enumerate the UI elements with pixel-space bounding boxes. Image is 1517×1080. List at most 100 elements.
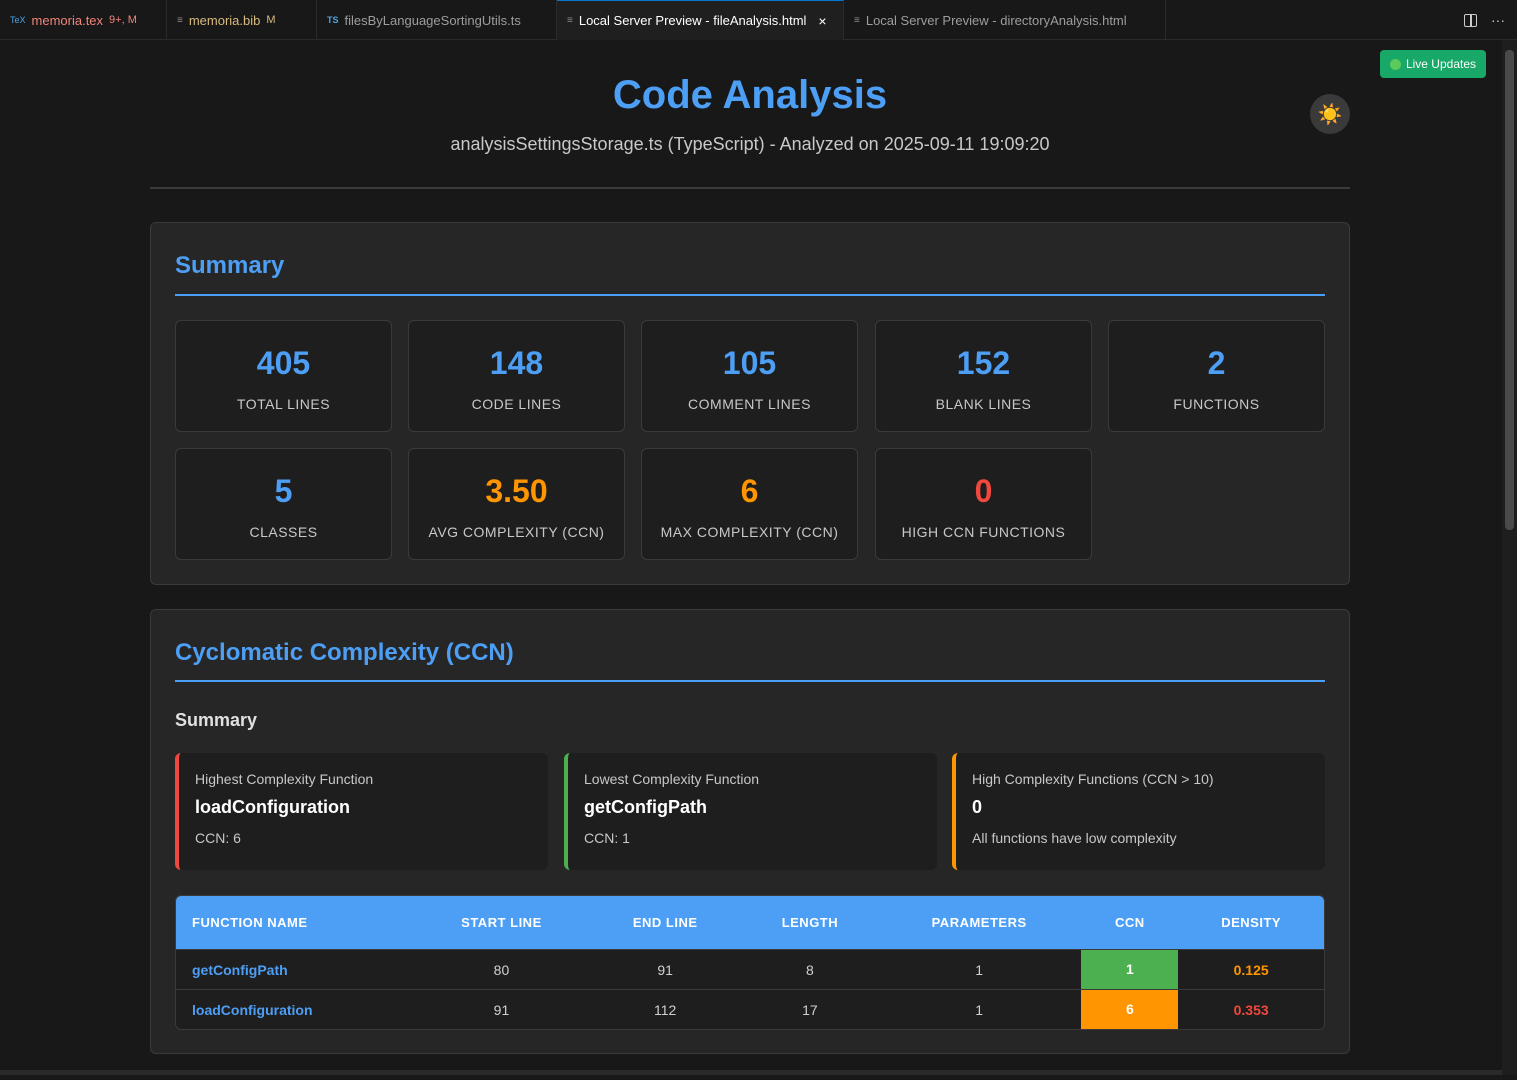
column-header[interactable]: DENSITY	[1178, 915, 1324, 930]
stat-avg-complexity: 3.50 AVG COMPLEXITY (CCN)	[408, 448, 625, 560]
summary-title: Summary	[175, 252, 285, 279]
stat-label: CLASSES	[249, 524, 318, 540]
card-value: 0	[972, 797, 983, 817]
stat-value: 2	[1207, 345, 1226, 381]
ccn-badge: 6	[1081, 990, 1179, 1029]
stat-value: 3.50	[485, 473, 548, 509]
length-cell: 17	[802, 1001, 818, 1018]
tab-modified-badge: M	[266, 14, 276, 26]
tab-label: memoria.bib	[188, 12, 261, 28]
high-complexity-count-card: High Complexity Functions (CCN > 10) 0 A…	[952, 753, 1325, 870]
parameters-cell: 1	[975, 1001, 984, 1018]
ccn-summary-title: Summary	[175, 710, 258, 730]
column-header[interactable]: PARAMETERS	[877, 915, 1082, 930]
function-name-link[interactable]: loadConfiguration	[176, 1002, 416, 1018]
summary-panel: Summary 405 TOTAL LINES 148 CODE LINES 1…	[150, 222, 1350, 585]
start-line-cell: 80	[493, 961, 510, 978]
page-subtitle: analysisSettingsStorage.ts (TypeScript) …	[450, 134, 1050, 154]
function-name-link[interactable]: getConfigPath	[176, 962, 416, 978]
split-editor-icon[interactable]	[1464, 13, 1477, 27]
tab-file-analysis-preview[interactable]: ≡ Local Server Preview - fileAnalysis.ht…	[557, 0, 844, 40]
typescript-file-icon: TS	[327, 15, 339, 25]
column-header[interactable]: LENGTH	[743, 915, 877, 930]
column-header[interactable]: FUNCTION NAME	[176, 915, 416, 930]
density-cell: 0.125	[1233, 961, 1269, 978]
start-line-cell: 91	[493, 1001, 510, 1018]
tab-label: memoria.tex	[31, 12, 104, 28]
stat-blank-lines: 152 BLANK LINES	[875, 320, 1092, 432]
card-value: getConfigPath	[584, 797, 707, 817]
density-cell: 0.353	[1233, 1001, 1269, 1018]
editor-tab-bar: TeX memoria.tex 9+, M ≡ memoria.bib M TS…	[0, 0, 1517, 40]
table-row: getConfigPath 80 91 8 1 1 0.125	[176, 949, 1324, 989]
column-header[interactable]: END LINE	[587, 915, 743, 930]
stat-classes: 5 CLASSES	[175, 448, 392, 560]
stat-code-lines: 148 CODE LINES	[408, 320, 625, 432]
stat-label: CODE LINES	[471, 396, 562, 412]
stat-label: HIGH CCN FUNCTIONS	[901, 524, 1066, 540]
functions-table: FUNCTION NAME START LINE END LINE LENGTH…	[175, 895, 1325, 1030]
length-cell: 8	[806, 961, 814, 978]
table-header: FUNCTION NAME START LINE END LINE LENGTH…	[176, 896, 1324, 949]
tab-memoria-tex[interactable]: TeX memoria.tex 9+, M	[0, 0, 167, 40]
column-header[interactable]: CCN	[1081, 915, 1178, 930]
stat-value: 152	[956, 345, 1011, 381]
tab-label: filesByLanguageSortingUtils.ts	[344, 12, 521, 28]
stat-functions: 2 FUNCTIONS	[1108, 320, 1325, 432]
lowest-complexity-card: Lowest Complexity Function getConfigPath…	[564, 753, 937, 870]
stat-total-lines: 405 TOTAL LINES	[175, 320, 392, 432]
stat-value: 105	[722, 345, 777, 381]
ccn-panel: Cyclomatic Complexity (CCN) Summary High…	[150, 609, 1350, 1054]
file-lines-icon: ≡	[567, 15, 573, 26]
tab-directory-analysis-preview[interactable]: ≡ Local Server Preview - directoryAnalys…	[844, 0, 1166, 40]
card-detail: All functions have low complexity	[972, 830, 1177, 846]
horizontal-scrollbar[interactable]	[0, 1070, 1502, 1075]
card-detail: CCN: 1	[584, 830, 630, 846]
tab-label: Local Server Preview - fileAnalysis.html	[578, 13, 807, 28]
highest-complexity-card: Highest Complexity Function loadConfigur…	[175, 753, 548, 870]
tab-actions: ···	[1464, 0, 1505, 40]
file-lines-icon: ≡	[854, 14, 860, 26]
tab-modified-badge: 9+, M	[109, 14, 137, 26]
card-label: Highest Complexity Function	[195, 771, 374, 787]
column-header[interactable]: START LINE	[416, 915, 588, 930]
tex-file-icon: TeX	[10, 15, 26, 25]
ccn-divider	[175, 680, 1325, 682]
card-label: High Complexity Functions (CCN > 10)	[972, 771, 1214, 787]
page-header: Code Analysis analysisSettingsStorage.ts…	[150, 40, 1350, 155]
stat-label: AVG COMPLEXITY (CCN)	[428, 524, 605, 540]
more-actions-icon[interactable]: ···	[1491, 12, 1505, 28]
ccn-title: Cyclomatic Complexity (CCN)	[175, 639, 514, 666]
stat-value: 5	[274, 473, 293, 509]
stat-label: COMMENT LINES	[688, 396, 811, 412]
close-icon[interactable]: ×	[818, 13, 826, 29]
stat-label: FUNCTIONS	[1173, 396, 1260, 412]
ccn-badge: 1	[1081, 950, 1179, 989]
stat-label: TOTAL LINES	[236, 396, 331, 412]
vertical-scrollbar[interactable]	[1502, 40, 1517, 1075]
end-line-cell: 112	[654, 1001, 677, 1018]
stat-comment-lines: 105 COMMENT LINES	[641, 320, 858, 432]
stat-value: 405	[256, 345, 311, 381]
live-updates-label: Live Updates	[1405, 57, 1476, 71]
live-status-dot-icon	[1389, 58, 1401, 70]
tab-files-by-language[interactable]: TS filesByLanguageSortingUtils.ts	[317, 0, 557, 40]
stat-high-ccn-functions: 0 HIGH CCN FUNCTIONS	[875, 448, 1092, 560]
page-title: Code Analysis	[612, 73, 888, 117]
tab-memoria-bib[interactable]: ≡ memoria.bib M	[167, 0, 317, 40]
live-updates-button[interactable]: Live Updates	[1379, 50, 1486, 78]
stat-max-complexity: 6 MAX COMPLEXITY (CCN)	[641, 448, 858, 560]
stat-label: MAX COMPLEXITY (CCN)	[660, 524, 839, 540]
scrollbar-thumb[interactable]	[1505, 50, 1514, 530]
summary-divider	[175, 294, 1325, 296]
stat-value: 0	[974, 473, 993, 509]
stat-value: 6	[740, 473, 759, 509]
file-lines-icon: ≡	[177, 14, 183, 26]
parameters-cell: 1	[975, 961, 984, 978]
card-label: Lowest Complexity Function	[584, 771, 760, 787]
card-detail: CCN: 6	[195, 830, 241, 846]
stat-label: BLANK LINES	[935, 396, 1032, 412]
card-value: loadConfiguration	[195, 797, 350, 817]
table-row: loadConfiguration 91 112 17 1 6 0.353	[176, 989, 1324, 1029]
header-divider	[150, 187, 1350, 189]
